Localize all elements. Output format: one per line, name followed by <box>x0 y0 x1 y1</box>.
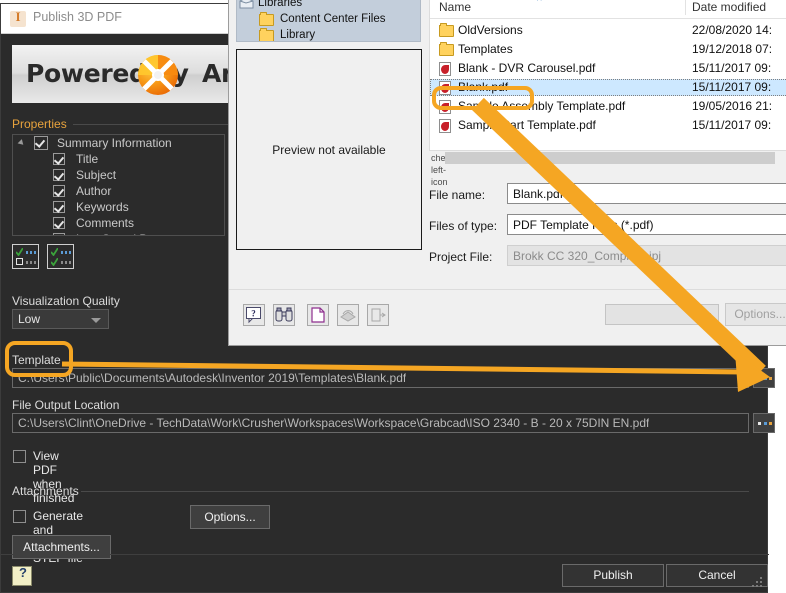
screenshot-root: Publish 3D PDF Powered by Anark <box>0 0 786 593</box>
annotation-overlay <box>61 97 770 392</box>
arrow-to-template-browse <box>472 97 770 392</box>
highlight-template-label <box>5 341 73 377</box>
highlight-blank-pdf-row <box>432 86 534 110</box>
arrow-template-label-to-browse <box>61 361 760 380</box>
